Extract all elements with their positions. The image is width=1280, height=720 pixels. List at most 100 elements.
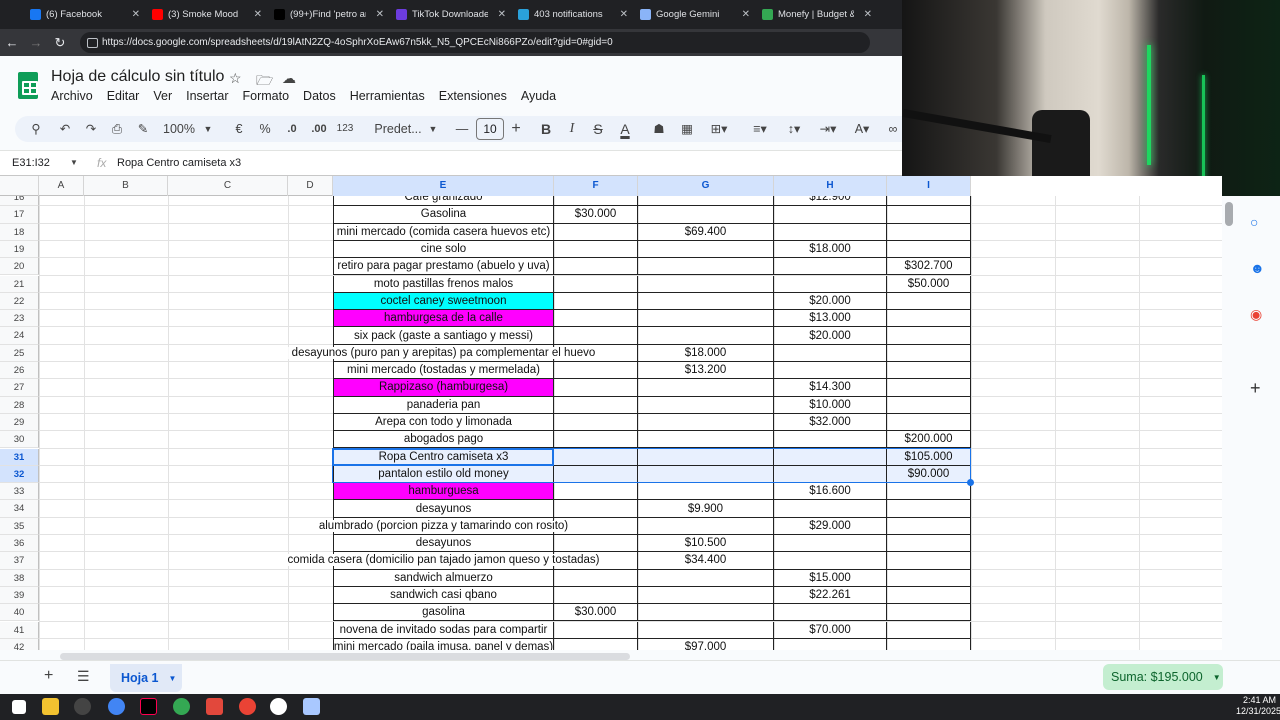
percent-button[interactable]: % xyxy=(257,116,273,142)
cell-i34[interactable] xyxy=(887,500,971,518)
decrease-decimal-button[interactable]: .0 xyxy=(281,116,303,142)
maps-icon[interactable]: ◉ xyxy=(1250,306,1262,323)
cell-i28[interactable] xyxy=(887,396,971,414)
cell-h36[interactable] xyxy=(774,535,887,553)
cell-e41[interactable]: novena de invitado sodas para compartir xyxy=(333,621,554,639)
column-header-c[interactable]: C xyxy=(168,176,288,196)
cell-i19[interactable] xyxy=(887,240,971,259)
column-header-d[interactable]: D xyxy=(288,176,333,196)
cell-f17[interactable]: $30.000 xyxy=(554,206,638,224)
browser-tab[interactable]: 403 notifications ✕ xyxy=(512,4,634,26)
column-header-i[interactable]: I xyxy=(887,176,971,196)
cell-g19[interactable] xyxy=(638,240,774,259)
cell-f42[interactable] xyxy=(554,638,638,650)
cell-f19[interactable] xyxy=(554,240,638,259)
cell-g28[interactable] xyxy=(638,396,774,414)
cell-f22[interactable] xyxy=(554,292,638,311)
cell-i41[interactable] xyxy=(887,621,971,639)
close-tab-icon[interactable]: ✕ xyxy=(376,9,384,20)
cell-h41[interactable]: $70.000 xyxy=(774,621,887,639)
row-header[interactable]: 20 xyxy=(0,258,39,276)
cell-h22[interactable]: $20.000 xyxy=(774,292,887,311)
column-header-b[interactable]: B xyxy=(84,176,168,196)
currency-button[interactable]: € xyxy=(231,116,247,142)
chrome-profile-icon[interactable] xyxy=(173,698,190,715)
cell-h27[interactable]: $14.300 xyxy=(774,379,887,397)
chevron-down-icon[interactable]: ▼ xyxy=(70,158,78,167)
cell-g42[interactable]: $97.000 xyxy=(638,638,774,650)
cell-h23[interactable]: $13.000 xyxy=(774,310,887,328)
cell-g18[interactable]: $69.400 xyxy=(638,223,774,241)
insert-link-icon[interactable]: ∞ xyxy=(884,116,902,142)
row-header[interactable]: 39 xyxy=(0,586,39,605)
borders-icon[interactable]: ▦ xyxy=(678,116,696,142)
text-wrapping-icon[interactable]: ⇥▾ xyxy=(814,116,842,142)
cell-f38[interactable] xyxy=(554,569,638,587)
row-header[interactable]: 26 xyxy=(0,362,39,380)
redo-icon[interactable]: ↷ xyxy=(82,116,100,142)
cell-e21[interactable]: moto pastillas frenos malos xyxy=(333,275,554,293)
cloud-status-icon[interactable]: ☁ xyxy=(282,70,296,87)
cell-h18[interactable] xyxy=(774,223,887,241)
spreadsheet-grid[interactable]: 16 Café granizado $12.900 17 Gasolina $30.000… xyxy=(0,176,1222,650)
row-header[interactable]: 27 xyxy=(0,379,39,397)
calendar-icon[interactable]: ○ xyxy=(1250,214,1258,230)
browser-tab[interactable]: TikTok Downloader - ✕ xyxy=(390,4,512,26)
close-tab-icon[interactable]: ✕ xyxy=(254,9,262,20)
cell-i38[interactable] xyxy=(887,569,971,587)
cell-e30[interactable]: abogados pago xyxy=(333,431,554,449)
row-header[interactable]: 29 xyxy=(0,413,39,432)
cell-e35[interactable]: alumbrado (porcion pizza y tamarindo con… xyxy=(314,517,573,535)
cell-i39[interactable] xyxy=(887,586,971,605)
sheets-logo-icon[interactable] xyxy=(18,72,38,99)
cell-f39[interactable] xyxy=(554,586,638,605)
row-header[interactable]: 18 xyxy=(0,223,39,241)
horizontal-scrollbar[interactable] xyxy=(60,653,630,660)
vertical-align-icon[interactable]: ↕▾ xyxy=(780,116,808,142)
close-tab-icon[interactable]: ✕ xyxy=(742,9,750,20)
app-icon[interactable] xyxy=(270,698,287,715)
document-title[interactable]: Hoja de cálculo sin título xyxy=(51,68,224,86)
italic-icon[interactable]: I xyxy=(564,116,580,142)
select-all-corner[interactable] xyxy=(0,176,39,196)
menu-insertar[interactable]: Insertar xyxy=(186,89,228,103)
vertical-scrollbar[interactable] xyxy=(1225,202,1233,226)
row-header[interactable]: 36 xyxy=(0,535,39,553)
cell-h17[interactable] xyxy=(774,206,887,224)
cell-g22[interactable] xyxy=(638,292,774,311)
fill-color-icon[interactable]: ☗ xyxy=(650,116,668,142)
cell-g41[interactable] xyxy=(638,621,774,639)
increase-decimal-button[interactable]: .00 xyxy=(306,116,332,142)
cell-i33[interactable] xyxy=(887,483,971,501)
browser-tab[interactable]: (99+)Find 'petro anu ✕ xyxy=(268,4,390,26)
cell-g38[interactable] xyxy=(638,569,774,587)
row-header[interactable]: 38 xyxy=(0,569,39,587)
cell-f34[interactable] xyxy=(554,500,638,518)
horizontal-align-icon[interactable]: ≡▾ xyxy=(746,116,774,142)
cell-i26[interactable] xyxy=(887,362,971,380)
menu-ver[interactable]: Ver xyxy=(153,89,172,103)
obs-icon[interactable] xyxy=(74,698,91,715)
cell-g26[interactable]: $13.200 xyxy=(638,362,774,380)
cell-i40[interactable] xyxy=(887,604,971,622)
row-header[interactable]: 25 xyxy=(0,344,39,362)
cell-h20[interactable] xyxy=(774,258,887,276)
cell-g34[interactable]: $9.900 xyxy=(638,500,774,518)
cell-i42[interactable] xyxy=(887,638,971,650)
row-header[interactable]: 41 xyxy=(0,621,39,639)
star-icon[interactable]: ☆ xyxy=(229,70,242,87)
cell-g24[interactable] xyxy=(638,327,774,345)
decrease-font-size-icon[interactable]: — xyxy=(454,116,470,142)
cell-e23[interactable]: hamburgesa de la calle xyxy=(333,310,554,328)
cell-f40[interactable]: $30.000 xyxy=(554,604,638,622)
row-header[interactable]: 34 xyxy=(0,500,39,518)
file-explorer-icon[interactable] xyxy=(42,698,59,715)
browser-tab[interactable]: Google Gemini ✕ xyxy=(634,4,756,26)
cell-f30[interactable] xyxy=(554,431,638,449)
fill-handle[interactable] xyxy=(967,479,974,487)
cell-h35[interactable]: $29.000 xyxy=(774,517,887,535)
cell-e18[interactable]: mini mercado (comida casera huevos etc) xyxy=(333,223,554,241)
cell-e40[interactable]: gasolina xyxy=(333,604,554,622)
cell-f37[interactable] xyxy=(554,552,638,570)
cell-h21[interactable] xyxy=(774,275,887,293)
